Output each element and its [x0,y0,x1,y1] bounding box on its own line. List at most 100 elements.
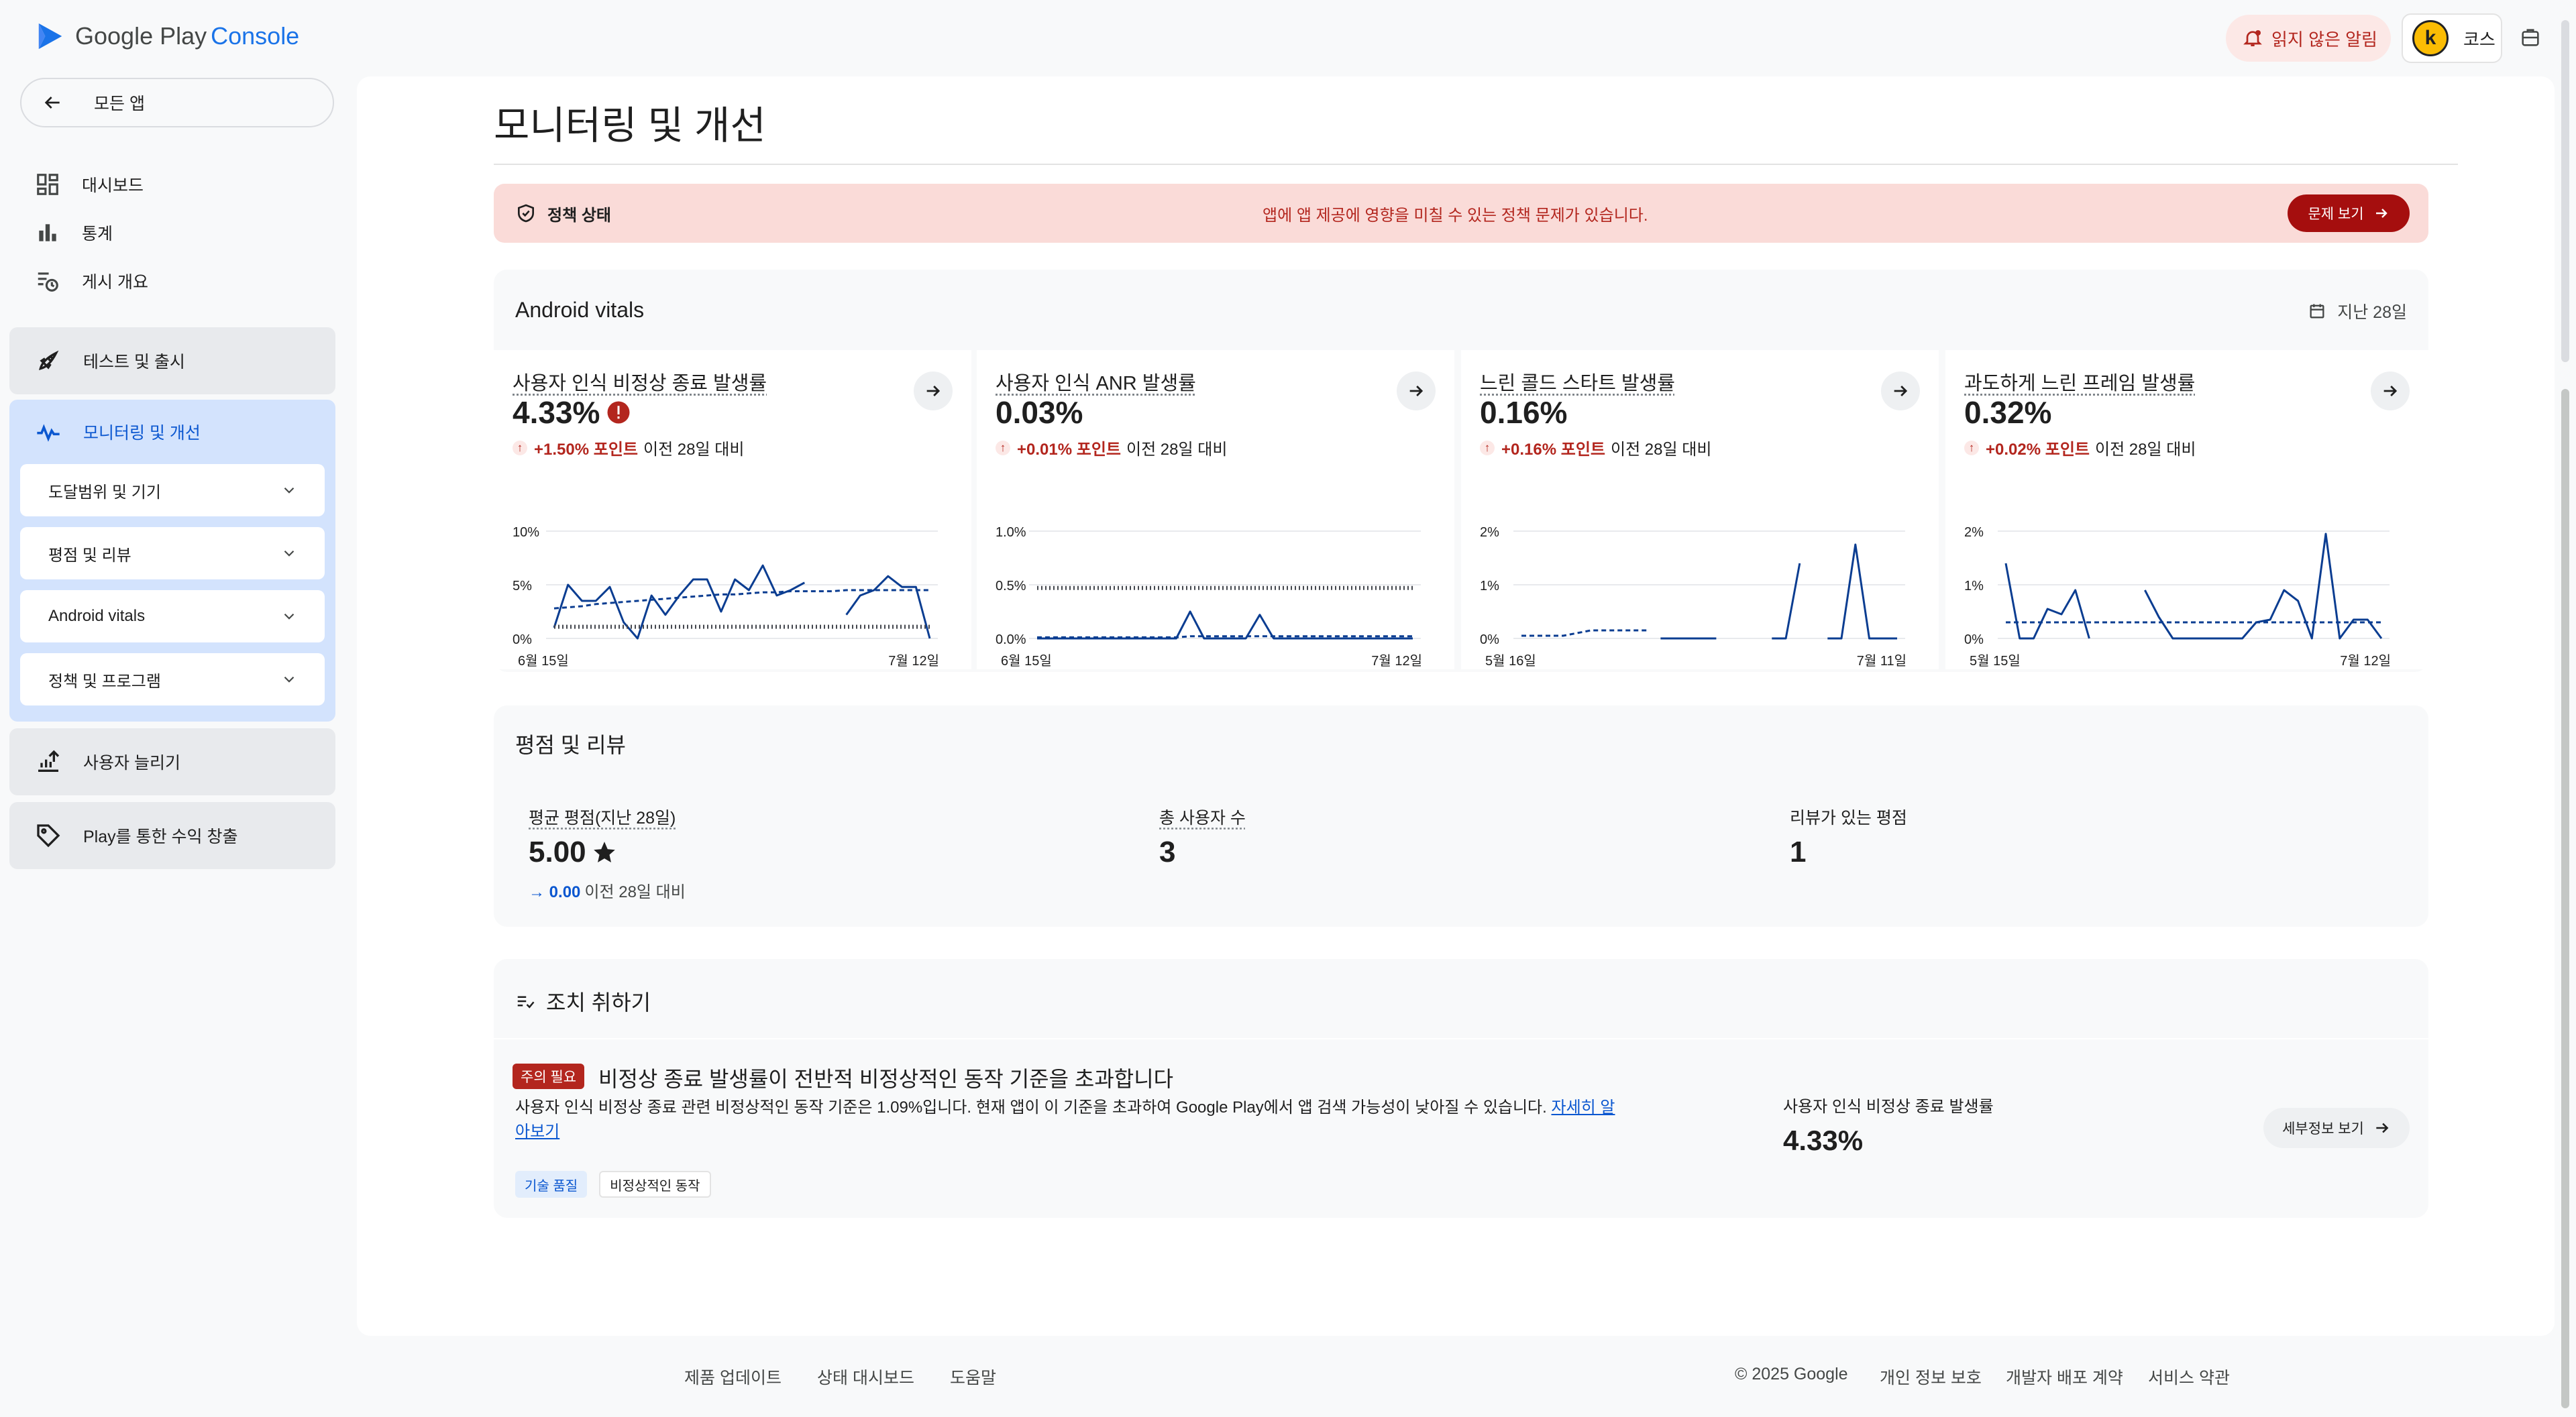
policy-status-message: 앱에 앱 제공에 영향을 미칠 수 있는 정책 문제가 있습니다. [1263,206,1648,225]
sidebar-section-grow[interactable]: 사용자 늘리기 [9,728,335,795]
divider [494,1038,2428,1039]
sidebar-sub-reach-devices[interactable]: 도달범위 및 기기 [20,464,325,516]
stat-delta: → 0.00 이전 28일 대비 [529,883,686,901]
ratings-title: 평점 및 리뷰 [515,733,626,757]
take-action-header: 조치 취하기 [515,986,651,1017]
chevron-down-icon [284,487,294,494]
vital-tile-cold-start[interactable]: 느린 콜드 스타트 발생률 0.16% ↑ +0.16% 포인트 이전 28일 대비… [1461,350,1939,669]
y-tick-label: 0% [513,632,532,647]
publishing-overview-icon [38,272,58,292]
series-line [1660,543,1897,640]
grow-users-icon [38,750,60,772]
sidebar-item-publishing-overview[interactable]: 게시 개요 [35,268,148,294]
account-switcher[interactable]: k 코스 [2402,13,2502,63]
open-vital-button[interactable] [1881,372,1920,410]
sidebar-sub-policy-programs[interactable]: 정책 및 프로그램 [20,653,325,705]
x-tick-label-end: 7월 12일 [888,653,939,669]
stat-value: 5.00 [529,836,686,869]
vitals-period[interactable]: 지난 28일 [2308,299,2407,323]
vital-tile-crash-rate[interactable]: 사용자 인식 비정상 종료 발생률 4.33% ↑ +1.50% 포인트 이전 28… [494,350,971,669]
vital-delta: ↑ +1.50% 포인트 이전 28일 대비 [513,436,744,459]
sidebar-sub-android-vitals[interactable]: Android vitals [20,590,325,642]
stat-label: 평균 평점(지난 28일) [529,809,676,828]
stat-label: 리뷰가 있는 평점 [1790,809,1907,828]
section-label: 사용자 늘리기 [83,754,180,773]
view-issues-label: 문제 보기 [2308,207,2364,222]
sidebar-item-dashboard[interactable]: 대시보드 [35,172,144,197]
view-details-button[interactable]: 세부정보 보기 [2263,1108,2410,1148]
open-vital-button[interactable] [1397,372,1436,410]
x-tick-label-end: 7월 12일 [1371,653,1422,669]
ratings-with-reviews-stat: 리뷰가 있는 평점 1 [1790,805,1907,869]
unread-notifications-button[interactable]: 읽지 않은 알림 [2226,15,2391,62]
y-tick-label: 0.0% [996,632,1026,647]
ratings-reviews-card: 평점 및 리뷰 평균 평점(지난 28일) 5.00 → 0.00 이전 28일 … [494,705,2428,927]
stat-label: 총 사용자 수 [1159,809,1246,828]
chip-technical-quality: 기술 품질 [515,1171,588,1198]
open-vital-button[interactable] [2371,372,2410,410]
y-tick-label: 0% [1964,632,1984,647]
google-play-console-logo[interactable]: Google Play Console [35,20,299,52]
action-metric: 사용자 인식 비정상 종료 발생률 4.33% [1783,1093,1994,1157]
vital-tile-anr-rate[interactable]: 사용자 인식 ANR 발생률 0.03% ↑ +0.01% 포인트 이전 28일 대… [977,350,1454,669]
inbox-icon [2522,29,2539,46]
sub-item-label: 도달범위 및 기기 [48,483,161,502]
sidebar-item-statistics[interactable]: 통계 [35,220,113,245]
shield-check-icon [518,204,534,223]
top-bar: Google Play Console 읽지 않은 알림 k 코스 [0,0,2576,76]
view-issues-button[interactable]: 문제 보기 [2288,194,2410,232]
metric-label: 사용자 인식 비정상 종료 발생률 [1783,1098,1994,1116]
vital-name: 느린 콜드 스타트 발생률 [1480,373,1675,394]
trend-line [1521,629,1647,637]
footer-help-link[interactable]: 도움말 [950,1365,996,1389]
vital-name: 사용자 인식 비정상 종료 발생률 [513,373,767,394]
sidebar-section-test-release[interactable]: 테스트 및 출시 [9,327,335,394]
calendar-icon [2310,304,2324,319]
metric-value: 4.33% [1783,1125,1864,1156]
sidebar-sub-ratings-reviews[interactable]: 평점 및 리뷰 [20,527,325,579]
account-name: 코스 [2463,29,2496,50]
view-details-label: 세부정보 보기 [2282,1121,2364,1137]
sidebar-item-label: 대시보드 [82,176,144,195]
inbox-button[interactable] [2510,17,2551,58]
page-title: 모니터링 및 개선 [494,104,766,148]
bar-chart-icon [39,224,56,241]
section-label: Play를 통한 수익 창출 [83,828,238,846]
arrow-up-icon: ↑ [1480,440,1495,455]
vital-name: 사용자 인식 ANR 발생률 [996,373,1196,394]
rocket-icon [39,350,59,370]
vital-value: 0.03% [996,395,1083,430]
stat-value: 1 [1790,836,1807,868]
stat-value: 3 [1159,836,1176,868]
sidebar-item-label: 게시 개요 [82,273,148,292]
scrollbar-thumb[interactable] [2561,389,2569,1408]
sub-item-label: 평점 및 리뷰 [48,546,131,565]
star-icon [593,842,615,863]
play-logo-icon [38,23,62,50]
vital-tile-frozen-frames[interactable]: 과도하게 느린 프레임 발생률 0.32% ↑ +0.02% 포인트 이전 28일 … [1945,350,2428,669]
footer-privacy-link[interactable]: 개인 정보 보호 [1880,1365,1982,1389]
arrow-forward-icon [1409,386,1424,396]
logo-text: Google Play Console [75,22,300,50]
sidebar-section-monitor: 모니터링 및 개선 도달범위 및 기기 평점 및 리뷰 Android vita… [9,400,335,722]
footer-distribution-agreement-link[interactable]: 개발자 배포 계약 [2006,1365,2123,1389]
open-vital-button[interactable] [914,372,953,410]
vital-value: 4.33% [513,394,631,431]
sidebar-section-monitor-header[interactable]: 모니터링 및 개선 [9,400,335,464]
x-tick-label-start: 5월 15일 [1970,653,2021,669]
footer-status-dashboard-link[interactable]: 상태 대시보드 [817,1365,914,1389]
bell-icon [2243,30,2262,46]
x-tick-label-end: 7월 11일 [1857,653,1907,669]
vitals-title: Android vitals [515,298,645,322]
sub-item-label: 정책 및 프로그램 [48,672,161,691]
all-apps-button[interactable]: 모든 앱 [20,78,334,127]
scrollbar-thumb-top[interactable] [2561,20,2569,362]
vital-chart: 1.0% 0.5% 0.0% 6월 15일 7월 12일 [996,525,1422,669]
sidebar-section-monetize[interactable]: Play를 통한 수익 창출 [9,802,335,869]
footer-terms-link[interactable]: 서비스 약관 [2148,1365,2230,1389]
arrow-right-icon: → [529,883,545,901]
sub-item-label: Android vitals [48,607,146,625]
footer-product-updates-link[interactable]: 제품 업데이트 [684,1365,782,1389]
arrow-forward-icon [1894,386,1908,396]
vitals-period-label: 지난 28일 [2337,303,2407,322]
